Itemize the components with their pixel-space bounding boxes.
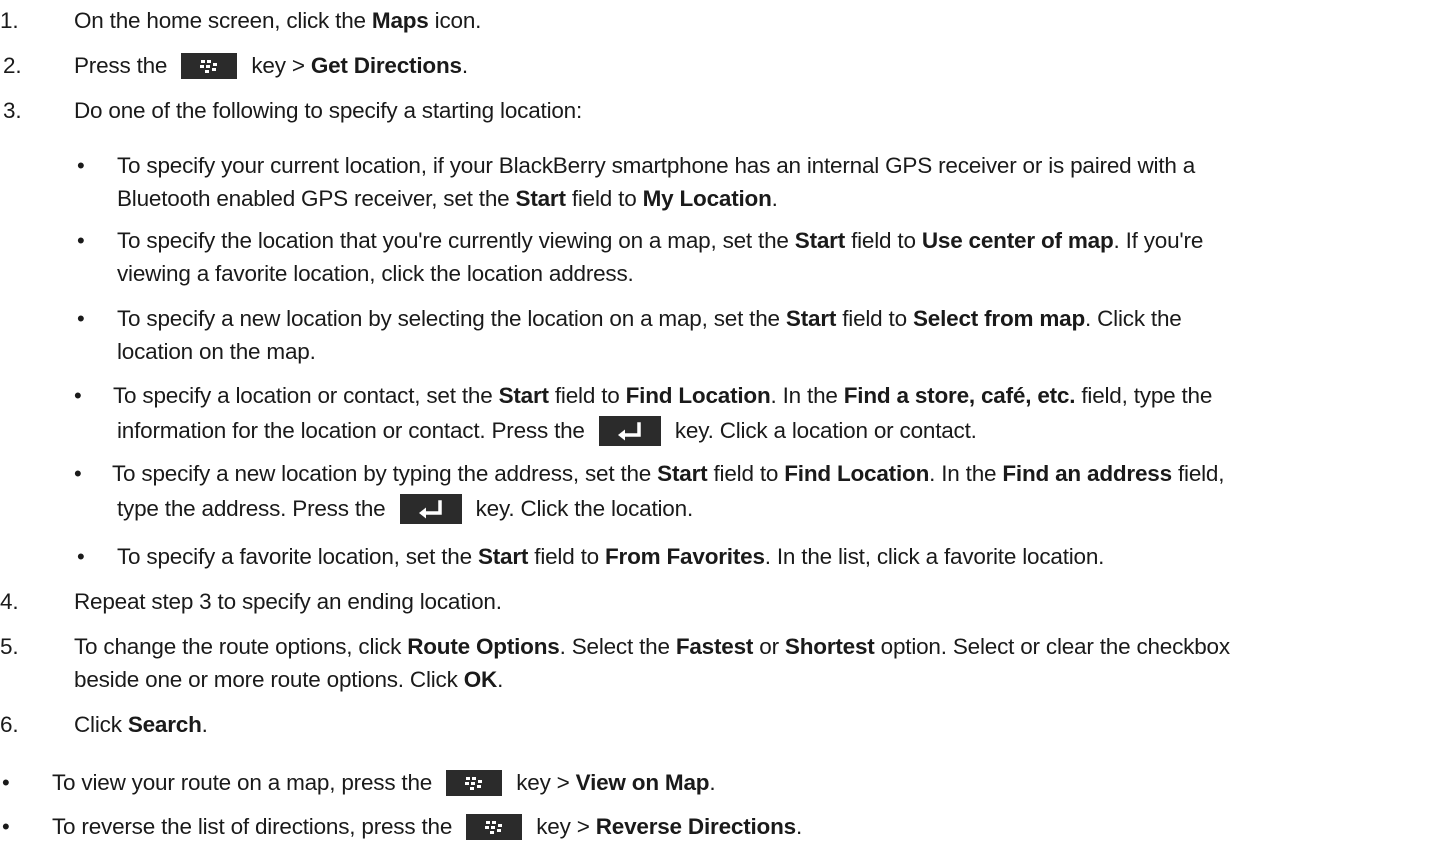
bullet-icon: •	[77, 544, 85, 569]
blackberry-menu-key-icon	[466, 814, 523, 840]
sub-bullet-3-line-2: location on the map.	[117, 339, 316, 364]
step-5-line-2: beside one or more route options. Click …	[74, 667, 504, 692]
bullet-icon: •	[2, 770, 10, 795]
tip-1-text: To view your route on a map, press the k…	[52, 770, 716, 796]
sub-bullet-4-line-2: information for the location or contact.…	[117, 416, 977, 446]
enter-key-icon	[399, 494, 462, 524]
blackberry-menu-key-icon	[446, 770, 503, 796]
step-4-text: Repeat step 3 to specify an ending locat…	[74, 589, 502, 614]
tip-2-text: To reverse the list of directions, press…	[52, 814, 803, 840]
sub-bullet-2-line-1: To specify the location that you're curr…	[117, 228, 1204, 253]
get-directions-term: Get Directions	[310, 53, 462, 78]
bullet-icon: •	[77, 228, 85, 253]
sub-bullet-5-line-2: type the address. Press the key. Click t…	[117, 494, 693, 524]
step-number: 1.	[0, 8, 19, 33]
step-1-text: On the home screen, click the Maps icon.	[74, 8, 482, 33]
sub-bullet-1-line-2: Bluetooth enabled GPS receiver, set the …	[117, 186, 778, 211]
maps-term: Maps	[371, 8, 429, 33]
step-number: 3.	[3, 98, 22, 123]
sub-bullet-5-line-1: To specify a new location by typing the …	[112, 461, 1225, 486]
bullet-icon: •	[74, 383, 82, 408]
step-5-line-1: To change the route options, click Route…	[74, 634, 1230, 659]
sub-bullet-3-line-1: To specify a new location by selecting t…	[117, 306, 1182, 331]
step-number: 6.	[0, 712, 19, 737]
step-2-text: Press the key > Get Directions.	[74, 53, 468, 79]
enter-key-icon	[598, 416, 661, 446]
sub-bullet-6-line-1: To specify a favorite location, set the …	[117, 544, 1105, 569]
search-term: Search	[127, 712, 202, 737]
step-number: 2.	[3, 53, 22, 78]
step-number: 5.	[0, 634, 19, 659]
bullet-icon: •	[74, 461, 82, 486]
bullet-icon: •	[2, 814, 10, 839]
step-6-text: Click Search.	[74, 712, 208, 737]
step-number: 4.	[0, 589, 19, 614]
sub-bullet-1-line-1: To specify your current location, if you…	[117, 153, 1196, 178]
sub-bullet-4-line-1: To specify a location or contact, set th…	[113, 383, 1213, 408]
bullet-icon: •	[77, 153, 85, 178]
bullet-icon: •	[77, 306, 85, 331]
blackberry-menu-key-icon	[181, 53, 238, 79]
step-3-text: Do one of the following to specify a sta…	[74, 98, 583, 123]
sub-bullet-2-line-2: viewing a favorite location, click the l…	[117, 261, 634, 286]
